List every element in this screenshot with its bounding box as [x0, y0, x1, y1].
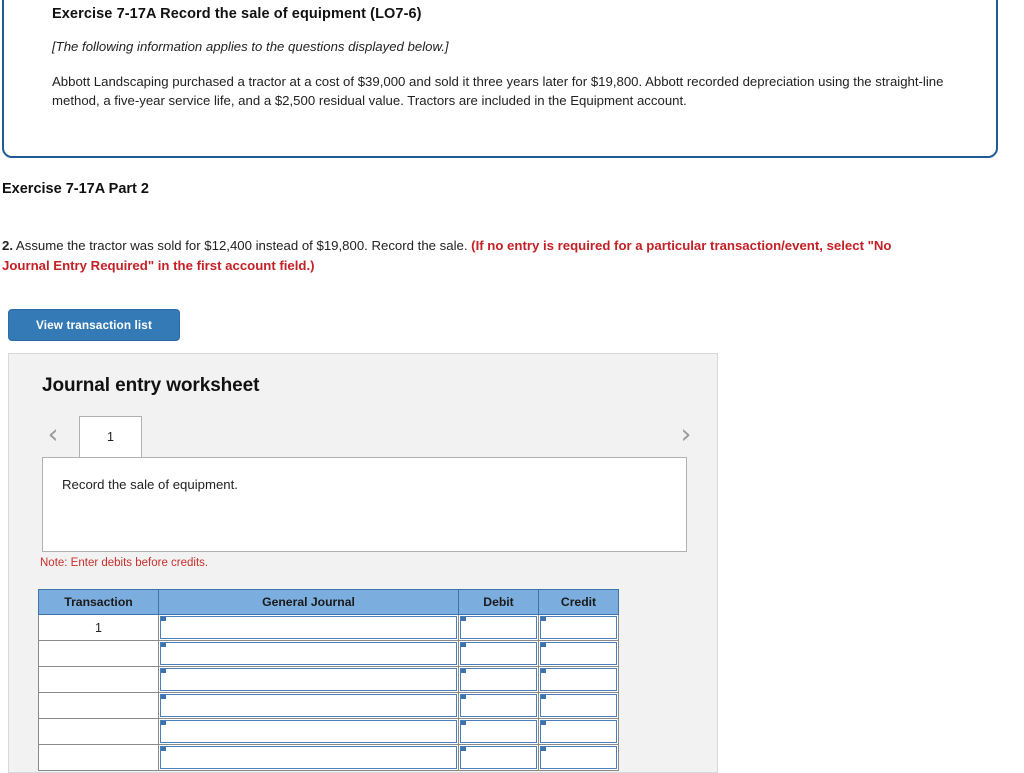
general-journal-field[interactable] — [158, 640, 459, 667]
general-journal-field[interactable] — [158, 692, 459, 719]
transaction-cell — [38, 692, 159, 719]
dropdown-marker-icon — [461, 721, 466, 725]
general-journal-field[interactable] — [158, 718, 459, 745]
dropdown-marker-icon — [461, 669, 466, 673]
credit-field-input[interactable] — [540, 668, 617, 691]
table-header-row: Transaction General Journal Debit Credit — [38, 589, 619, 615]
dropdown-marker-icon — [161, 721, 166, 725]
debit-field[interactable] — [458, 614, 539, 641]
worksheet-prompt-text: Record the sale of equipment. — [62, 477, 238, 492]
exercise-body-text: Abbott Landscaping purchased a tractor a… — [52, 74, 944, 108]
credit-field[interactable] — [538, 614, 619, 641]
view-transaction-list-button[interactable]: View transaction list — [8, 309, 180, 341]
table-row — [38, 744, 619, 771]
chevron-left-icon[interactable]: ‹ — [42, 421, 64, 451]
dropdown-marker-icon — [461, 643, 466, 647]
credit-field[interactable] — [538, 744, 619, 771]
dropdown-marker-icon — [161, 747, 166, 751]
debit-field-input[interactable] — [460, 746, 537, 769]
dropdown-marker-icon — [461, 695, 466, 699]
dropdown-marker-icon — [541, 695, 546, 699]
question-statement: Assume the tractor was sold for $12,400 … — [13, 238, 472, 253]
general-journal-field[interactable] — [158, 744, 459, 771]
column-header-debit: Debit — [458, 589, 539, 615]
debit-field-input[interactable] — [460, 668, 537, 691]
credit-field-input[interactable] — [540, 746, 617, 769]
general-journal-field-input[interactable] — [160, 720, 457, 743]
table-row — [38, 640, 619, 667]
worksheet-tabstrip: ‹ 1 › — [42, 414, 697, 458]
exercise-title: Exercise 7-17A Record the sale of equipm… — [52, 6, 422, 22]
transaction-cell: 1 — [38, 614, 159, 641]
column-header-transaction: Transaction — [38, 589, 159, 615]
credit-field[interactable] — [538, 640, 619, 667]
worksheet-prompt-box: Record the sale of equipment. — [42, 457, 687, 552]
general-journal-field[interactable] — [158, 666, 459, 693]
dropdown-marker-icon — [161, 617, 166, 621]
credit-field-input[interactable] — [540, 694, 617, 717]
credit-field[interactable] — [538, 692, 619, 719]
dropdown-marker-icon — [461, 747, 466, 751]
dropdown-marker-icon — [161, 695, 166, 699]
general-journal-field-input[interactable] — [160, 668, 457, 691]
dropdown-marker-icon — [541, 721, 546, 725]
transaction-cell — [38, 666, 159, 693]
journal-entry-worksheet-panel: Journal entry worksheet ‹ 1 › Record the… — [8, 353, 718, 773]
dropdown-marker-icon — [541, 747, 546, 751]
debit-field-input[interactable] — [460, 616, 537, 639]
debit-field-input[interactable] — [460, 642, 537, 665]
table-row — [38, 692, 619, 719]
table-row — [38, 666, 619, 693]
debit-field[interactable] — [458, 640, 539, 667]
journal-entry-table: Transaction General Journal Debit Credit… — [38, 589, 619, 771]
table-row — [38, 718, 619, 745]
transaction-cell — [38, 640, 159, 667]
question-number: 2. — [2, 238, 13, 253]
debit-field-input[interactable] — [460, 720, 537, 743]
credit-field-input[interactable] — [540, 720, 617, 743]
dropdown-marker-icon — [161, 643, 166, 647]
transaction-cell — [38, 718, 159, 745]
column-header-credit: Credit — [538, 589, 619, 615]
worksheet-note: Note: Enter debits before credits. — [40, 557, 209, 569]
general-journal-field[interactable] — [158, 614, 459, 641]
exercise-applies-note: [The following information applies to th… — [52, 39, 449, 54]
credit-field[interactable] — [538, 718, 619, 745]
debit-field[interactable] — [458, 718, 539, 745]
dropdown-marker-icon — [541, 617, 546, 621]
credit-field-input[interactable] — [540, 616, 617, 639]
debit-field-input[interactable] — [460, 694, 537, 717]
chevron-right-icon[interactable]: › — [675, 421, 697, 451]
credit-field[interactable] — [538, 666, 619, 693]
general-journal-field-input[interactable] — [160, 642, 457, 665]
journal-entry-table-body: 1 — [38, 614, 619, 771]
exercise-info-box: Exercise 7-17A Record the sale of equipm… — [2, 0, 998, 158]
part-heading: Exercise 7-17A Part 2 — [2, 181, 149, 197]
dropdown-marker-icon — [161, 669, 166, 673]
credit-field-input[interactable] — [540, 642, 617, 665]
column-header-general-journal: General Journal — [158, 589, 459, 615]
dropdown-marker-icon — [541, 669, 546, 673]
general-journal-field-input[interactable] — [160, 746, 457, 769]
table-row: 1 — [38, 614, 619, 641]
question-text: 2. Assume the tractor was sold for $12,4… — [2, 236, 902, 276]
transaction-cell — [38, 744, 159, 771]
general-journal-field-input[interactable] — [160, 616, 457, 639]
debit-field[interactable] — [458, 744, 539, 771]
worksheet-title: Journal entry worksheet — [42, 375, 260, 396]
debit-field[interactable] — [458, 692, 539, 719]
dropdown-marker-icon — [541, 643, 546, 647]
worksheet-tab-1[interactable]: 1 — [79, 416, 142, 458]
general-journal-field-input[interactable] — [160, 694, 457, 717]
dropdown-marker-icon — [461, 617, 466, 621]
debit-field[interactable] — [458, 666, 539, 693]
